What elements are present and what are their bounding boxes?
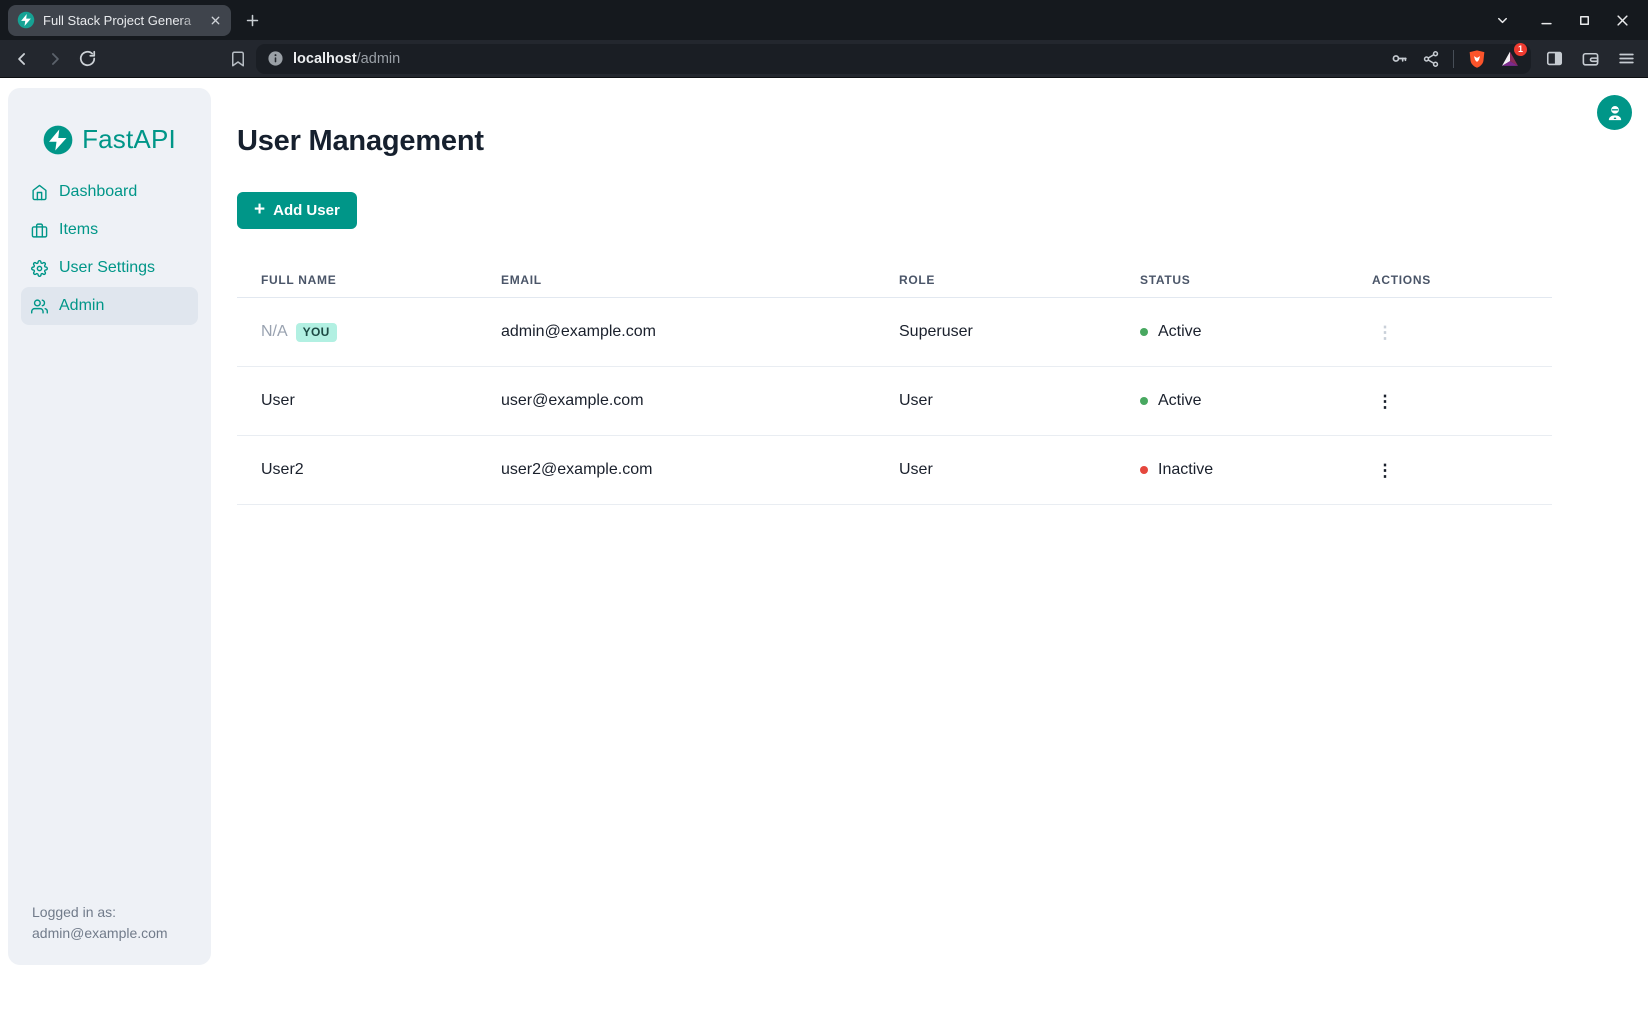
logo-text: FastAPI <box>82 124 176 155</box>
status-dot-inactive <box>1140 466 1148 474</box>
kebab-menu-icon: ⋮ <box>1377 324 1394 341</box>
full-name-value: N/A <box>261 323 288 341</box>
row-actions-menu-button[interactable]: ⋮ <box>1372 319 1398 345</box>
kebab-menu-icon: ⋮ <box>1377 393 1394 410</box>
logged-in-email: admin@example.com <box>32 923 187 943</box>
cell-full-name: N/A YOU <box>237 298 477 366</box>
page: FastAPI Dashboard Items User Settings <box>0 78 1648 1024</box>
sidebar-item-user-settings[interactable]: User Settings <box>21 249 198 287</box>
brave-shield-icon[interactable] <box>1467 49 1487 69</box>
cell-role: User <box>875 367 1116 435</box>
site-info-icon[interactable] <box>267 50 284 67</box>
cell-status: Active <box>1116 298 1348 366</box>
cell-actions: ⋮ <box>1348 367 1552 435</box>
back-icon[interactable] <box>12 49 32 69</box>
sidebar-footer: Logged in as: admin@example.com <box>8 902 211 965</box>
tab-close-icon[interactable] <box>209 14 222 27</box>
menu-hamburger-icon[interactable] <box>1617 49 1636 68</box>
cell-actions: ⋮ <box>1348 298 1552 366</box>
window-maximize-icon[interactable] <box>1577 13 1592 28</box>
window-chevron-down-icon[interactable] <box>1495 13 1510 28</box>
full-name-value: User <box>261 392 295 410</box>
sidebar-item-label: Admin <box>59 297 104 315</box>
browser-titlebar: Full Stack Project Genera <box>0 0 1648 40</box>
url-host: localhost <box>293 51 357 67</box>
column-header-role: ROLE <box>875 262 1116 297</box>
status-label: Active <box>1158 323 1202 341</box>
status-dot-active <box>1140 328 1148 336</box>
bookmark-icon[interactable] <box>229 50 247 68</box>
table-row: User2 user2@example.com User Inactive ⋮ <box>237 436 1552 505</box>
full-name-value: User2 <box>261 461 304 479</box>
urlbar-separator <box>1453 50 1454 68</box>
main-content: User Management + Add User FULL NAME EMA… <box>237 78 1552 505</box>
browser-toolbar: localhost/admin 1 <box>0 40 1648 78</box>
sidebar-item-items[interactable]: Items <box>21 211 198 249</box>
password-key-icon[interactable] <box>1390 49 1409 68</box>
cell-status: Active <box>1116 367 1348 435</box>
cell-role: Superuser <box>875 298 1116 366</box>
cell-email: user2@example.com <box>477 436 875 504</box>
sidebar: FastAPI Dashboard Items User Settings <box>8 88 211 965</box>
table-row: N/A YOU admin@example.com Superuser Acti… <box>237 298 1552 367</box>
sidebar-item-admin[interactable]: Admin <box>21 287 198 325</box>
table-header-row: FULL NAME EMAIL ROLE STATUS ACTIONS <box>237 262 1552 298</box>
browser-tab[interactable]: Full Stack Project Genera <box>8 5 231 36</box>
new-tab-icon[interactable] <box>244 12 261 29</box>
cell-email: admin@example.com <box>477 298 875 366</box>
fastapi-bolt-icon <box>43 125 73 155</box>
home-icon <box>31 184 48 201</box>
brave-rewards-icon[interactable]: 1 <box>1500 49 1520 69</box>
sidebar-item-label: Items <box>59 221 98 239</box>
users-table: FULL NAME EMAIL ROLE STATUS ACTIONS N/A … <box>237 262 1552 505</box>
cell-full-name: User <box>237 367 477 435</box>
column-header-full-name: FULL NAME <box>237 262 477 297</box>
sidebar-panel-icon[interactable] <box>1545 49 1564 68</box>
status-dot-active <box>1140 397 1148 405</box>
user-avatar-icon <box>1605 103 1625 123</box>
cell-actions: ⋮ <box>1348 436 1552 504</box>
kebab-menu-icon: ⋮ <box>1377 462 1394 479</box>
wallet-icon[interactable] <box>1581 49 1600 68</box>
add-user-label: Add User <box>273 202 340 219</box>
url-bar[interactable]: localhost/admin 1 <box>256 44 1531 74</box>
fastapi-logo: FastAPI <box>43 124 176 155</box>
url-text[interactable]: localhost/admin <box>293 51 400 67</box>
share-icon[interactable] <box>1422 50 1440 68</box>
sidebar-item-label: User Settings <box>59 259 155 277</box>
column-header-email: EMAIL <box>477 262 875 297</box>
url-path: /admin <box>357 51 401 67</box>
sidebar-nav: Dashboard Items User Settings Admin <box>8 173 211 325</box>
status-label: Active <box>1158 392 1202 410</box>
briefcase-icon <box>31 222 48 239</box>
cell-full-name: User2 <box>237 436 477 504</box>
forward-icon[interactable] <box>45 49 65 69</box>
cell-email: user@example.com <box>477 367 875 435</box>
window-minimize-icon[interactable] <box>1539 13 1554 28</box>
sidebar-spacer <box>8 325 211 902</box>
cell-role: User <box>875 436 1116 504</box>
sidebar-item-dashboard[interactable]: Dashboard <box>21 173 198 211</box>
row-actions-menu-button[interactable]: ⋮ <box>1372 388 1398 414</box>
tab-title: Full Stack Project Genera <box>43 13 205 28</box>
gear-icon <box>31 260 48 277</box>
rewards-badge: 1 <box>1514 43 1527 56</box>
you-badge: YOU <box>296 323 337 342</box>
cell-status: Inactive <box>1116 436 1348 504</box>
reload-icon[interactable] <box>78 49 97 68</box>
row-actions-menu-button[interactable]: ⋮ <box>1372 457 1398 483</box>
window-close-icon[interactable] <box>1615 13 1630 28</box>
users-icon <box>31 298 48 315</box>
logged-in-label: Logged in as: <box>32 902 187 922</box>
column-header-actions: ACTIONS <box>1348 262 1552 297</box>
plus-icon: + <box>254 200 265 219</box>
status-label: Inactive <box>1158 461 1213 479</box>
fastapi-favicon-icon <box>17 11 35 29</box>
column-header-status: STATUS <box>1116 262 1348 297</box>
page-title: User Management <box>237 125 1552 158</box>
table-row: User user@example.com User Active ⋮ <box>237 367 1552 436</box>
add-user-button[interactable]: + Add User <box>237 192 357 229</box>
user-menu-avatar-button[interactable] <box>1597 95 1632 130</box>
sidebar-item-label: Dashboard <box>59 183 137 201</box>
